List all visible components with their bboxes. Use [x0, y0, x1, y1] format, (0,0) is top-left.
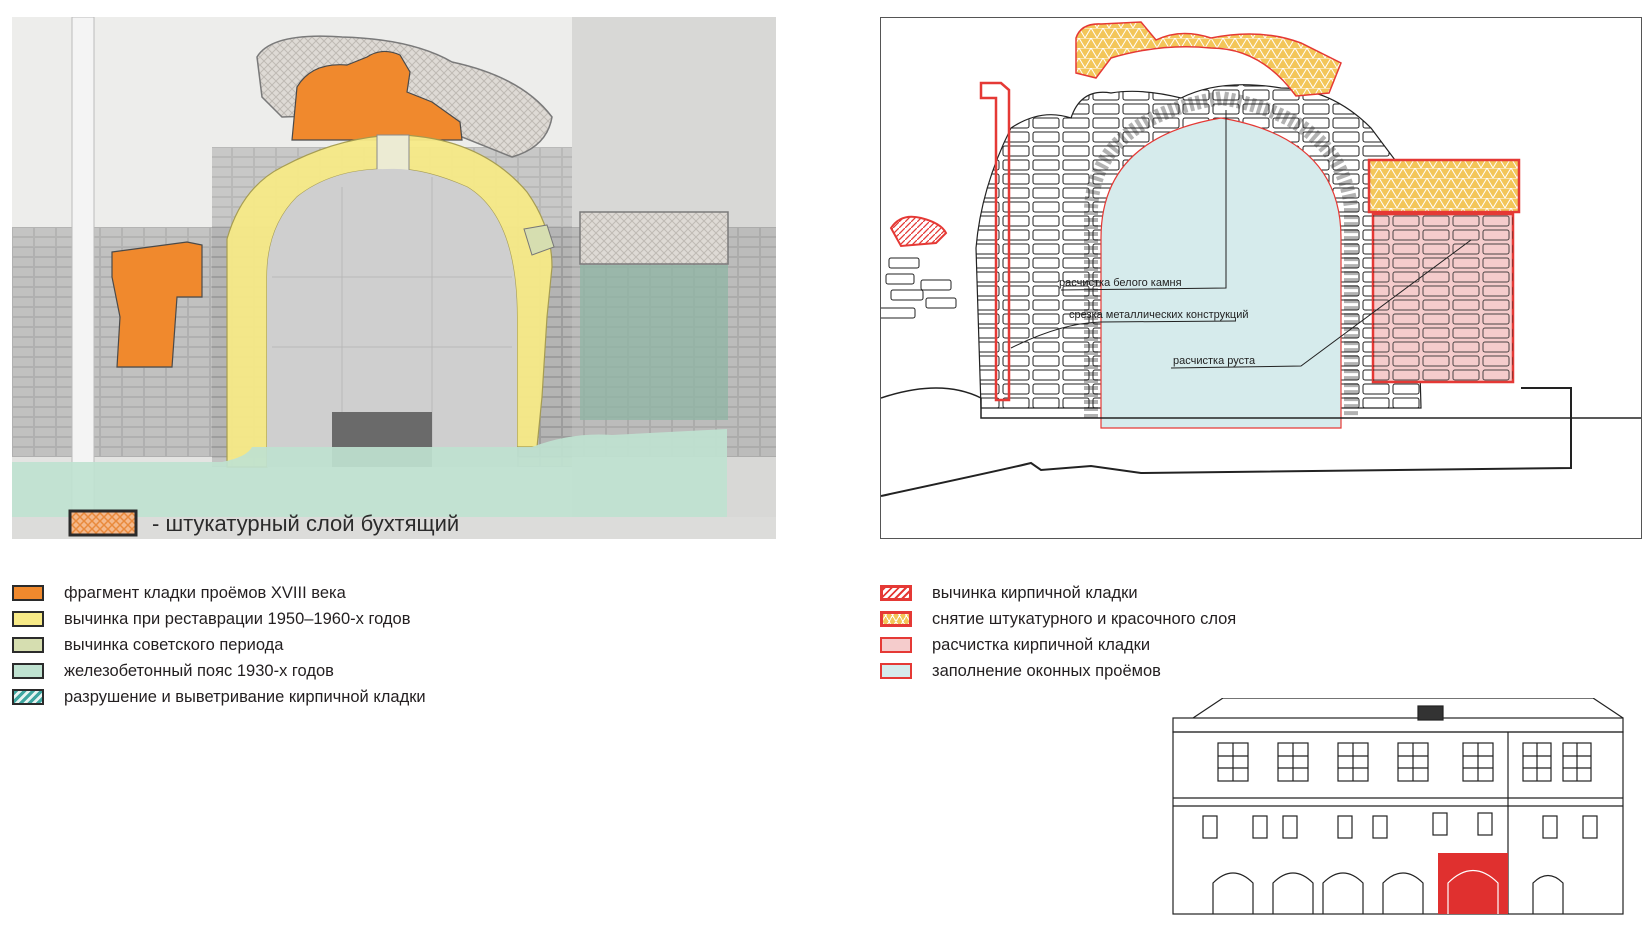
annotated-photo: - штукатурный слой бухтящий — [12, 16, 776, 540]
legend-label: расчистка кирпичной кладки — [932, 635, 1151, 654]
legend-swatch — [880, 663, 912, 679]
legend-right: вычинка кирпичной кладки снятие штукатур… — [880, 580, 1236, 684]
legend-swatch — [12, 663, 44, 679]
legend-swatch — [12, 637, 44, 653]
plaster-patch-right — [579, 211, 729, 265]
legend-label: снятие штукатурного и красочного слоя — [932, 609, 1237, 628]
brick-repair-left — [889, 215, 948, 248]
legend-swatch — [880, 611, 912, 627]
facade-key-plan — [1163, 697, 1643, 922]
annotation-metal-cut: срезка металлических конструкций — [1069, 309, 1249, 321]
legend-item: заполнение оконных проёмов — [880, 658, 1236, 684]
plaster-hollow-swatch — [68, 509, 138, 537]
legend-label: вычинка советского периода — [64, 635, 284, 654]
middle-windows — [1202, 812, 1598, 839]
lower-arches — [1212, 872, 1564, 914]
legend-label: вычинка при реставрации 1950–1960-х годо… — [64, 609, 411, 628]
drawing-svg: расчистка белого камня срезка металличес… — [878, 21, 1641, 497]
upper-windows — [1217, 742, 1592, 782]
legend-swatch — [12, 689, 44, 705]
legend-swatch — [880, 637, 912, 653]
photo-svg: - штукатурный слой бухтящий — [12, 16, 776, 540]
legend-item: вычинка советского периода — [12, 632, 426, 658]
legend-label: фрагмент кладки проёмов XVIII века — [64, 583, 346, 602]
legend-item: железобетонный пояс 1930-х годов — [12, 658, 426, 684]
annotation-rustication: расчистка руста — [1173, 355, 1256, 367]
legend-item: вычинка при реставрации 1950–1960-х годо… — [12, 606, 426, 632]
legend-label: вычинка кирпичной кладки — [932, 583, 1138, 602]
plaster-removal-top — [1075, 21, 1342, 97]
annotation-white-stone: расчистка белого камня — [1059, 277, 1182, 289]
legend-swatch — [12, 611, 44, 627]
drainpipe — [71, 16, 95, 540]
legend-label: железобетонный пояс 1930-х годов — [64, 661, 334, 680]
legend-label: разрушение и выветривание кирпичной клад… — [64, 687, 426, 706]
legend-item: снятие штукатурного и красочного слоя — [880, 606, 1236, 632]
facade-svg — [1172, 697, 1624, 915]
legend-item: разрушение и выветривание кирпичной клад… — [12, 684, 426, 710]
facade-roof — [1192, 697, 1624, 719]
inset-legend-label: - штукатурный слой бухтящий — [152, 511, 459, 536]
legend-item: фрагмент кладки проёмов XVIII века — [12, 580, 426, 606]
window-infill — [1100, 117, 1342, 429]
legend-item: расчистка кирпичной кладки — [880, 632, 1236, 658]
legend-item: вычинка кирпичной кладки — [880, 580, 1236, 606]
legend-left: фрагмент кладки проёмов XVIII века вычин… — [12, 580, 426, 710]
legend-swatch — [880, 585, 912, 601]
legend-label: заполнение оконных проёмов — [932, 661, 1161, 680]
reinforced-concrete-right — [580, 265, 728, 420]
plaster-removal-right — [1367, 158, 1521, 214]
legend-swatch — [12, 585, 44, 601]
measured-drawing: расчистка белого камня срезка металличес… — [878, 17, 1642, 539]
